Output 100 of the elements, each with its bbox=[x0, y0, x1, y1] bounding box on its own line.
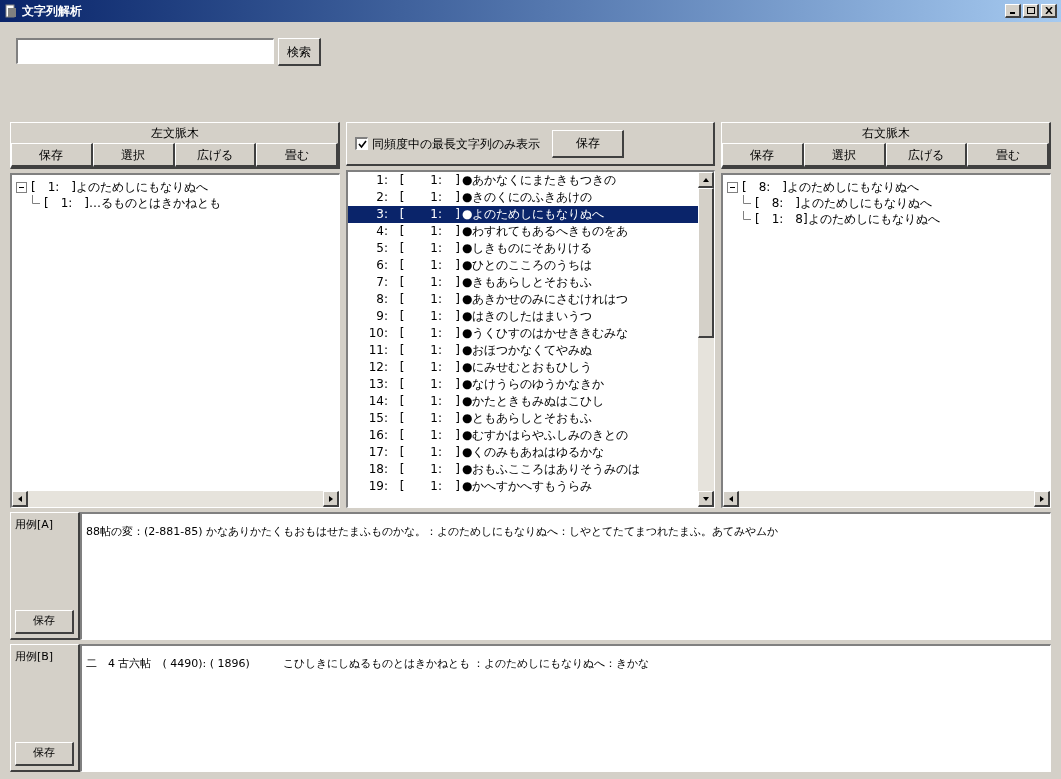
scroll-up-button[interactable] bbox=[698, 172, 714, 188]
row-number: 6: bbox=[375, 257, 388, 274]
minimize-button[interactable] bbox=[1005, 4, 1021, 18]
panel-button[interactable]: 選択 bbox=[803, 143, 886, 167]
row-count: 1: bbox=[429, 206, 442, 223]
panel-button[interactable]: 畳む bbox=[256, 143, 338, 167]
list-row[interactable]: 4: [ 1: ] ●わすれてもあるへきものをあ bbox=[348, 223, 698, 240]
checkbox-label: 同頻度中の最長文字列のみ表示 bbox=[372, 135, 540, 153]
close-bracket: ] bbox=[454, 223, 460, 240]
list-row[interactable]: 11: [ 1: ] ●おほつかなくてやみぬ bbox=[348, 342, 698, 359]
list-row[interactable]: 15: [ 1: ] ●ともあらしとそおもふ bbox=[348, 410, 698, 427]
close-bracket: ] bbox=[454, 393, 460, 410]
row-number: 9: bbox=[375, 308, 388, 325]
collapse-icon[interactable] bbox=[727, 181, 738, 193]
list-row[interactable]: 9: [ 1: ] ●はきのしたはまいうつ bbox=[348, 308, 698, 325]
row-count: 1: bbox=[429, 325, 442, 342]
tree-item[interactable]: [ 1: ]…るものとはきかねとも bbox=[44, 195, 222, 211]
open-bracket: [ bbox=[398, 325, 406, 342]
row-count: 1: bbox=[429, 257, 442, 274]
list-row[interactable]: 14: [ 1: ] ●かたときもみぬはこひし bbox=[348, 393, 698, 410]
list-row[interactable]: 8: [ 1: ] ●あきかせのみにさむけれはつ bbox=[348, 291, 698, 308]
row-text: ●かたときもみぬはこひし bbox=[462, 393, 605, 410]
search-button[interactable]: 検索 bbox=[278, 38, 321, 66]
close-bracket: ] bbox=[454, 376, 460, 393]
save-button[interactable]: 保存 bbox=[15, 742, 74, 766]
close-bracket: ] bbox=[454, 461, 460, 478]
tree-item[interactable]: [ 8: ]よのためしにもなりぬへ bbox=[742, 179, 920, 195]
close-bracket: ] bbox=[454, 257, 460, 274]
row-number: 11: bbox=[367, 342, 388, 359]
close-bracket: ] bbox=[454, 206, 460, 223]
open-bracket: [ bbox=[398, 257, 406, 274]
panel-button[interactable]: 選択 bbox=[92, 143, 175, 167]
example-label: 用例[A] bbox=[14, 517, 55, 533]
scroll-down-button[interactable] bbox=[698, 491, 714, 507]
tree-line-icon bbox=[743, 211, 751, 220]
scroll-right-button[interactable] bbox=[323, 491, 339, 507]
list-row[interactable]: 12: [ 1: ] ●にみせむとおもひしう bbox=[348, 359, 698, 376]
list-row[interactable]: 19: [ 1: ] ●かへすかへすもうらみ bbox=[348, 478, 698, 495]
row-text: ●なけうらのゆうかなきか bbox=[462, 376, 605, 393]
tree-item[interactable]: [ 1: ]よのためしにもなりぬへ bbox=[31, 179, 209, 195]
row-text: ●はきのしたはまいうつ bbox=[462, 308, 593, 325]
close-icon bbox=[1044, 7, 1053, 14]
tree-item[interactable]: [ 8: ]よのためしにもなりぬへ bbox=[755, 195, 933, 211]
list-row[interactable]: 17: [ 1: ] ●くのみもあねはゆるかな bbox=[348, 444, 698, 461]
open-bracket: [ bbox=[398, 240, 406, 257]
save-button[interactable]: 保存 bbox=[552, 129, 624, 158]
scroll-right-button[interactable] bbox=[1034, 491, 1050, 507]
close-bracket: ] bbox=[454, 427, 460, 444]
row-number: 4: bbox=[375, 223, 388, 240]
row-text: ●よのためしにもなりぬへ bbox=[462, 206, 605, 223]
close-bracket: ] bbox=[454, 274, 460, 291]
list-row[interactable]: 2: [ 1: ] ●きのくにのふきあけの bbox=[348, 189, 698, 206]
row-count: 1: bbox=[429, 291, 442, 308]
close-button[interactable] bbox=[1041, 4, 1057, 18]
row-count: 1: bbox=[429, 223, 442, 240]
row-number: 14: bbox=[367, 393, 388, 410]
open-bracket: [ bbox=[398, 342, 406, 359]
list-row[interactable]: 7: [ 1: ] ●きもあらしとそおもふ bbox=[348, 274, 698, 291]
row-count: 1: bbox=[429, 274, 442, 291]
checkbox[interactable] bbox=[355, 137, 368, 150]
row-number: 16: bbox=[367, 427, 388, 444]
search-field[interactable] bbox=[16, 38, 274, 64]
list-row[interactable]: 18: [ 1: ] ●おもふこころはありそうみのは bbox=[348, 461, 698, 478]
panel-button[interactable]: 畳む bbox=[967, 143, 1049, 167]
scroll-thumb[interactable] bbox=[698, 188, 714, 338]
tree-item[interactable]: [ 1: 8]よのためしにもなりぬへ bbox=[755, 211, 940, 227]
row-number: 18: bbox=[367, 461, 388, 478]
row-count: 1: bbox=[429, 444, 442, 461]
row-text: ●ともあらしとそおもふ bbox=[462, 410, 593, 427]
collapse-icon[interactable] bbox=[16, 181, 27, 193]
row-text: ●おほつかなくてやみぬ bbox=[462, 342, 593, 359]
scroll-left-button[interactable] bbox=[12, 491, 28, 507]
panel-button[interactable]: 広げる bbox=[174, 143, 257, 167]
close-bracket: ] bbox=[454, 359, 460, 376]
list-row[interactable]: 16: [ 1: ] ●むすかはらやふしみのきとの bbox=[348, 427, 698, 444]
list-row[interactable]: 10: [ 1: ] ●うくひすのはかせききむみな bbox=[348, 325, 698, 342]
maximize-button[interactable] bbox=[1023, 4, 1039, 18]
open-bracket: [ bbox=[398, 172, 406, 189]
save-button[interactable]: 保存 bbox=[15, 610, 74, 634]
row-text: ●むすかはらやふしみのきとの bbox=[462, 427, 629, 444]
panel-title: 左文脈木 bbox=[149, 125, 200, 142]
tree-line-icon bbox=[743, 195, 751, 204]
panel-button[interactable]: 保存 bbox=[722, 143, 804, 167]
list-row[interactable]: 3: [ 1: ] ●よのためしにもなりぬへ bbox=[348, 206, 698, 223]
list-row[interactable]: 13: [ 1: ] ●なけうらのゆうかなきか bbox=[348, 376, 698, 393]
list-row[interactable]: 1: [ 1: ] ●あかなくにまたきもつきの bbox=[348, 172, 698, 189]
row-number: 12: bbox=[367, 359, 388, 376]
row-text: ●おもふこころはありそうみのは bbox=[462, 461, 641, 478]
row-number: 5: bbox=[375, 240, 388, 257]
list-row[interactable]: 5: [ 1: ] ●しきものにそありける bbox=[348, 240, 698, 257]
close-bracket: ] bbox=[454, 444, 460, 461]
panel-button[interactable]: 広げる bbox=[885, 143, 968, 167]
panel-button[interactable]: 保存 bbox=[11, 143, 93, 167]
open-bracket: [ bbox=[398, 189, 406, 206]
scroll-left-button[interactable] bbox=[723, 491, 739, 507]
row-text: ●ひとのこころのうちは bbox=[462, 257, 593, 274]
close-bracket: ] bbox=[454, 189, 460, 206]
list-row[interactable]: 6: [ 1: ] ●ひとのこころのうちは bbox=[348, 257, 698, 274]
close-bracket: ] bbox=[454, 325, 460, 342]
row-number: 3: bbox=[375, 206, 388, 223]
